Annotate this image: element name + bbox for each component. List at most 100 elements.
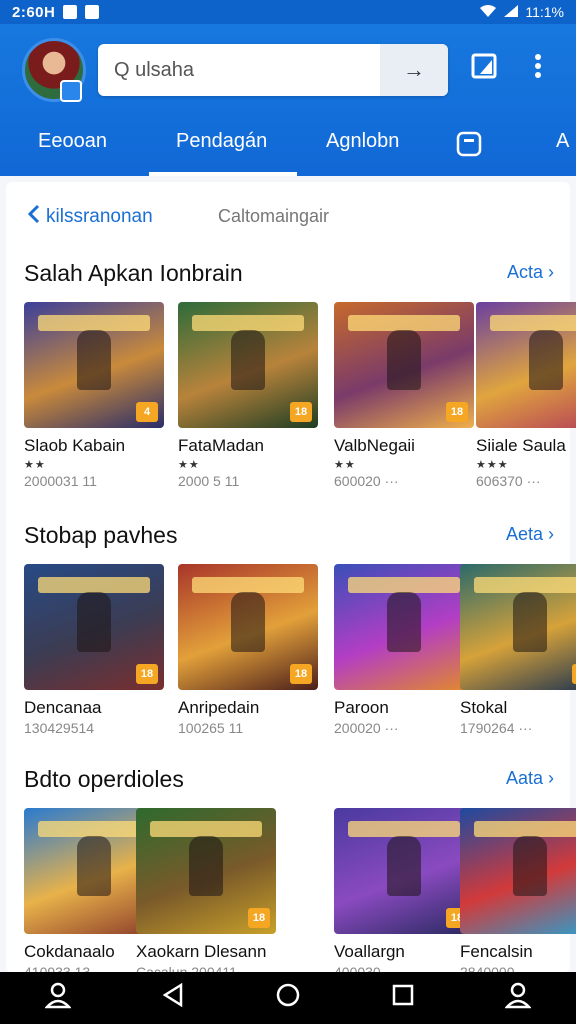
app-title: Paroon	[334, 698, 389, 717]
app-title: Voallargn	[334, 942, 405, 961]
app-bar: Q ulsaha → Eeooan Pendagán Agnlobn A	[0, 24, 576, 176]
app-thumbnail[interactable]: 18	[136, 808, 276, 934]
home-circle-icon	[276, 983, 300, 1006]
thumbnail-character	[189, 835, 224, 896]
app-thumbnail[interactable]: 18	[476, 302, 576, 428]
app-card[interactable]: 18Xaokarn DlesannCacalun 200411	[136, 808, 276, 980]
breadcrumb[interactable]: kilssranonan	[27, 204, 153, 230]
app-thumbnail[interactable]	[334, 564, 474, 690]
bookmark-button[interactable]	[470, 52, 498, 87]
more-options-button[interactable]	[532, 52, 544, 87]
app-stars: ★★	[334, 459, 356, 471]
app-card[interactable]: 18 ValbNegaii ★★ 600020 ···	[334, 302, 474, 489]
thumbnail-banner	[348, 820, 460, 837]
person-icon	[44, 982, 72, 1008]
section-more-label: Acta	[506, 262, 543, 282]
tab-3[interactable]	[456, 130, 482, 164]
age-rating-badge: 18	[290, 402, 312, 422]
app-download-count: 2000 5 11	[178, 473, 240, 489]
search-box[interactable]: Q ulsaha →	[98, 44, 448, 96]
thumbnail-character	[77, 591, 112, 652]
app-card[interactable]: 18 Siiale Saula ★★★ 606370 ···	[476, 302, 576, 489]
app-thumbnail[interactable]: 18	[334, 808, 474, 934]
section-more-link[interactable]: Acta ›	[507, 262, 554, 283]
thumbnail-character	[529, 329, 564, 390]
app-thumbnail[interactable]	[460, 808, 576, 934]
section-more-label: Aeta	[505, 524, 543, 544]
tab-4[interactable]: A	[556, 130, 569, 153]
app-card[interactable]: 18 Stokal 1790264 ···	[460, 564, 576, 736]
app-card[interactable]: Fencalsin2840000 ···	[460, 808, 576, 980]
thumbnail-character	[231, 329, 266, 390]
app-thumbnail[interactable]: 18	[334, 302, 474, 428]
breadcrumb-secondary[interactable]: Caltomaingair	[218, 206, 329, 227]
app-download-count: 606370 ···	[476, 473, 541, 489]
app-thumbnail[interactable]: 4	[24, 302, 164, 428]
app-title: Dencanaa	[24, 698, 102, 717]
app-stars: ★★	[24, 459, 46, 471]
thumbnail-character	[387, 329, 422, 390]
section-more-link[interactable]: Aata ›	[506, 768, 554, 789]
app-card[interactable]: 18 Dencanaa 130429514	[24, 564, 164, 736]
bookmark-icon	[471, 53, 497, 79]
thumbnail-banner	[348, 314, 460, 331]
signal-icon	[503, 4, 519, 21]
status-time: 2:60H	[12, 3, 56, 21]
battery-text: 11:1%	[525, 4, 564, 20]
tab-2[interactable]: Agnlobn	[326, 130, 399, 153]
app-card[interactable]: 18 FataMadan ★★ 2000 5 11	[178, 302, 318, 489]
thumbnail-banner	[474, 576, 576, 593]
nav-back-button[interactable]	[161, 982, 185, 1015]
thumbnail-banner	[150, 820, 262, 837]
thumbnail-character	[513, 835, 548, 896]
app-card[interactable]: 18Voallargn400030 ···	[334, 808, 474, 980]
app-download-count: 600020 ···	[334, 473, 399, 489]
nav-home-button[interactable]	[275, 982, 301, 1015]
search-submit-button[interactable]: →	[380, 44, 448, 96]
thumbnail-banner	[348, 576, 460, 593]
app-stars: ★★★	[476, 459, 509, 471]
thumbnail-banner	[490, 314, 576, 331]
app-thumbnail[interactable]: 18	[178, 564, 318, 690]
tab-1[interactable]: Pendagán	[176, 130, 267, 153]
app-card[interactable]: Paroon 200020 ···	[334, 564, 474, 736]
more-vert-icon	[535, 54, 541, 78]
age-rating-badge: 4	[136, 402, 158, 422]
thumbnail-banner	[192, 314, 304, 331]
app-title: Siiale Saula	[476, 436, 566, 455]
nav-profile-button[interactable]	[44, 981, 72, 1016]
chevron-right-icon: ›	[543, 262, 554, 282]
tab-indicator	[149, 172, 297, 176]
app-title: Slaob Kabain	[24, 436, 126, 455]
app-card[interactable]: 18 Anripedain 100265 11	[178, 564, 318, 736]
app-thumbnail[interactable]: 18	[178, 302, 318, 428]
account-icon	[504, 982, 532, 1008]
app-title: ValbNegaii	[334, 436, 415, 455]
section-title: Stobap pavhes	[24, 522, 178, 548]
thumbnail-banner	[38, 576, 150, 593]
app-title: Fencalsin	[460, 942, 533, 961]
breadcrumb-primary[interactable]: kilssranonan	[46, 206, 153, 228]
age-rating-badge: 18	[248, 908, 270, 928]
status-left: 2:60H	[12, 3, 100, 21]
tab-book-icon	[456, 131, 482, 157]
thumbnail-banner	[38, 820, 150, 837]
search-input[interactable]: Q ulsaha	[98, 59, 380, 82]
app-download-count: 200020 ···	[334, 720, 399, 736]
app-card[interactable]: 4 Slaob Kabain ★★ 2000031 11	[24, 302, 164, 489]
app-download-count: 130429514	[24, 720, 95, 736]
nav-account-button[interactable]	[504, 981, 532, 1016]
app-thumbnail[interactable]: 18	[460, 564, 576, 690]
nav-recents-button[interactable]	[391, 983, 415, 1014]
app-stars: ★★	[178, 459, 200, 471]
section-more-link[interactable]: Aeta ›	[506, 524, 554, 545]
tab-0[interactable]: Eeooan	[38, 130, 107, 153]
avatar-badge-icon	[60, 80, 82, 102]
app-thumbnail[interactable]: 18	[24, 564, 164, 690]
recents-square-icon	[392, 984, 414, 1005]
section-title: Salah Apkan Ionbrain	[24, 260, 243, 286]
status-right: 11:1%	[479, 4, 564, 21]
age-rating-badge: 18	[136, 664, 158, 684]
wifi-icon	[479, 4, 497, 21]
status-bar: 2:60H 11:1%	[0, 0, 576, 24]
